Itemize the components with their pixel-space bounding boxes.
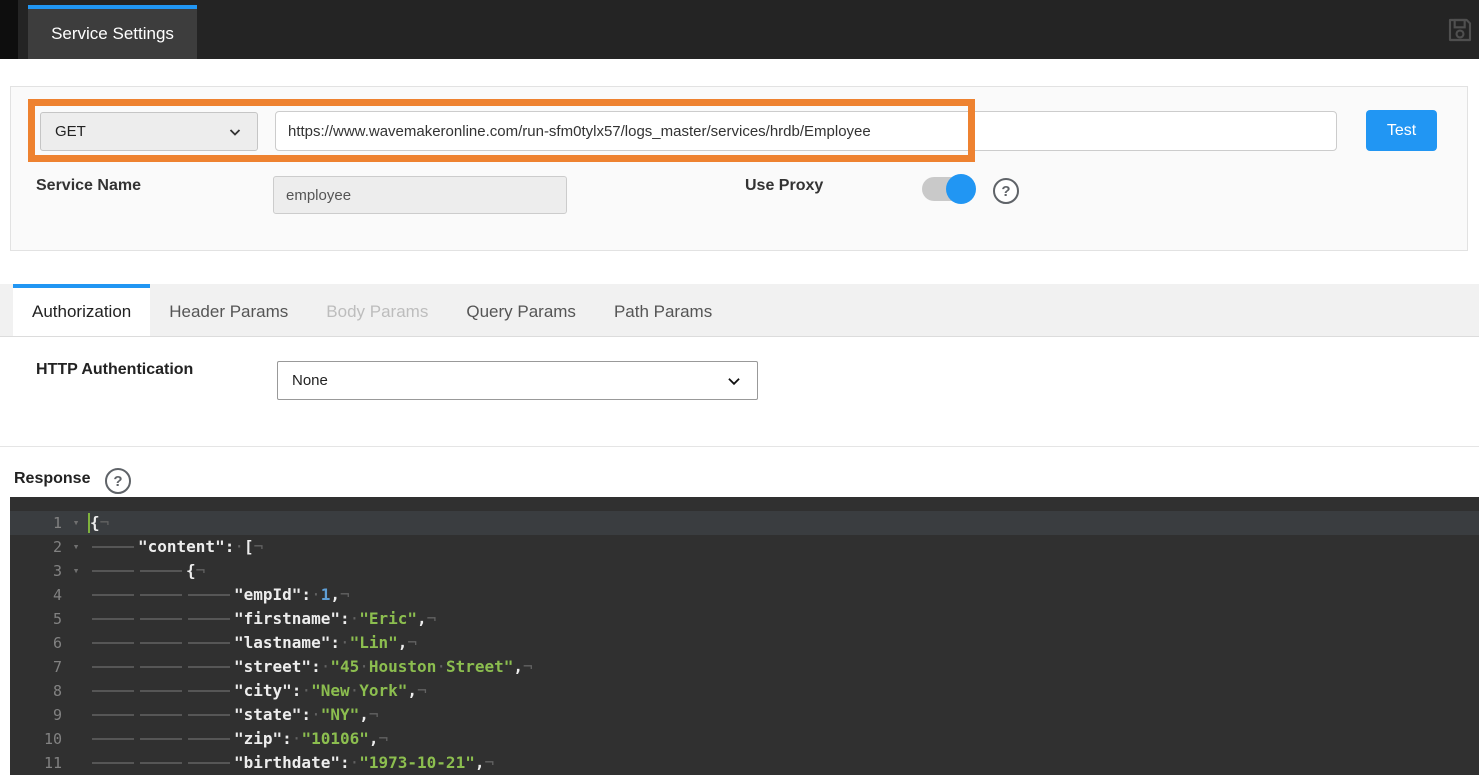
response-editor-lines: 1▾{¬2▾"content":·[¬3▾{¬4"empId":·1,¬5"fi…	[10, 511, 1479, 775]
response-label: Response	[14, 470, 90, 488]
code-line: 4 "empId":·1,¬	[10, 583, 1479, 607]
code-text: "firstname":·"Eric",¬	[90, 609, 436, 628]
line-number: 9	[10, 703, 62, 727]
tab-service-settings[interactable]: Service Settings	[28, 5, 197, 59]
tab-authorization[interactable]: Authorization	[13, 284, 150, 336]
save-icon[interactable]	[1444, 14, 1476, 46]
code-text: "state":·"NY",¬	[90, 705, 379, 724]
response-editor[interactable]: 1▾{¬2▾"content":·[¬3▾{¬4"empId":·1,¬5"fi…	[10, 497, 1479, 775]
line-number: 10	[10, 727, 62, 751]
code-text: {¬	[90, 513, 109, 532]
fold-arrow-icon[interactable]: ▾	[62, 511, 90, 535]
fold-arrow-icon[interactable]: ▾	[62, 535, 90, 559]
line-number: 7	[10, 655, 62, 679]
use-proxy-toggle[interactable]	[922, 177, 974, 201]
code-line: 3▾{¬	[10, 559, 1479, 583]
service-name-label: Service Name	[36, 177, 141, 195]
use-proxy-help-icon[interactable]: ?	[993, 178, 1019, 204]
tab-bar: AuthorizationHeader ParamsBody ParamsQue…	[0, 284, 1479, 337]
line-number: 4	[10, 583, 62, 607]
tab-header-params[interactable]: Header Params	[150, 284, 307, 336]
code-text: "content":·[¬	[90, 537, 263, 556]
test-button[interactable]: Test	[1366, 110, 1437, 151]
code-text: "empId":·1,¬	[90, 585, 350, 604]
tab-query-params[interactable]: Query Params	[447, 284, 595, 336]
method-select-value: GET	[55, 123, 86, 140]
code-text: "birthdate":·"1973-10-21",¬	[90, 753, 494, 772]
code-text: "lastname":·"Lin",¬	[90, 633, 417, 652]
response-help-icon[interactable]: ?	[105, 468, 131, 494]
code-line: 7 "street":·"45·Houston·Street",¬	[10, 655, 1479, 679]
tab-path-params[interactable]: Path Params	[595, 284, 731, 336]
use-proxy-label: Use Proxy	[745, 177, 823, 195]
line-number: 2	[10, 535, 62, 559]
code-text: {¬	[90, 561, 205, 580]
toggle-knob	[946, 174, 976, 204]
code-line: 11 "birthdate":·"1973-10-21",¬	[10, 751, 1479, 775]
http-authentication-label: HTTP Authentication	[36, 361, 193, 379]
topbar-left-strip	[0, 0, 18, 59]
service-settings-tab-label: Service Settings	[51, 24, 174, 44]
code-line: 2▾"content":·[¬	[10, 535, 1479, 559]
topbar: Service Settings	[0, 0, 1479, 59]
text-cursor	[88, 513, 90, 533]
service-name-input	[273, 176, 567, 214]
http-authentication-value: None	[292, 372, 328, 389]
http-authentication-select[interactable]: None	[277, 361, 758, 400]
line-number: 1	[10, 511, 62, 535]
code-text: "street":·"45·Houston·Street",¬	[90, 657, 533, 676]
method-select[interactable]: GET	[40, 112, 258, 151]
code-text: "city":·"New·York",¬	[90, 681, 427, 700]
code-line: 1▾{¬	[10, 511, 1479, 535]
line-number: 3	[10, 559, 62, 583]
line-number: 8	[10, 679, 62, 703]
code-text: "zip":·"10106",¬	[90, 729, 388, 748]
code-line: 9 "state":·"NY",¬	[10, 703, 1479, 727]
code-line: 6 "lastname":·"Lin",¬	[10, 631, 1479, 655]
chevron-down-icon	[227, 124, 243, 140]
tab-body-params: Body Params	[307, 284, 447, 336]
section-divider	[0, 446, 1479, 447]
code-line: 5 "firstname":·"Eric",¬	[10, 607, 1479, 631]
fold-arrow-icon[interactable]: ▾	[62, 559, 90, 583]
url-input[interactable]	[275, 111, 1337, 151]
code-line: 10 "zip":·"10106",¬	[10, 727, 1479, 751]
line-number: 6	[10, 631, 62, 655]
chevron-down-icon	[725, 372, 743, 390]
line-number: 11	[10, 751, 62, 775]
code-line: 8 "city":·"New·York",¬	[10, 679, 1479, 703]
line-number: 5	[10, 607, 62, 631]
